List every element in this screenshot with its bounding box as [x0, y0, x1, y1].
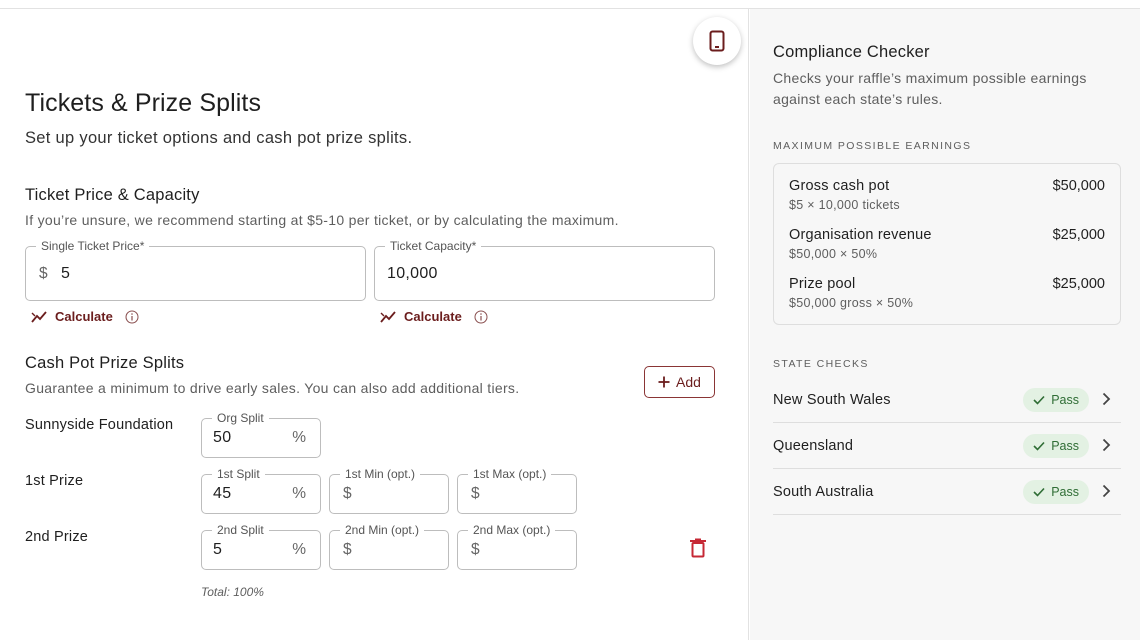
page-subtitle: Set up your ticket options and cash pot … [25, 129, 413, 147]
second-min-label: 2nd Min (opt.) [340, 523, 425, 537]
chevron-right-icon [1102, 438, 1111, 452]
second-split-value: 5 [213, 541, 223, 558]
compliance-title: Compliance Checker [773, 43, 930, 61]
earnings-card: Gross cash pot $5 × 10,000 tickets $50,0… [773, 163, 1121, 325]
trend-icon [380, 310, 396, 323]
state-name: Queensland [773, 437, 854, 454]
currency-prefix: $ [471, 485, 480, 502]
plus-icon [658, 376, 670, 388]
ticket-section-description: If you’re unsure, we recommend starting … [25, 212, 619, 228]
calculate-label: Calculate [404, 309, 462, 324]
first-split-value: 45 [213, 485, 232, 502]
prize-section-heading: Cash Pot Prize Splits [25, 354, 185, 372]
org-split-field[interactable]: Org Split 50 % [201, 411, 321, 458]
first-prize-label: 1st Prize [25, 473, 84, 489]
currency-prefix: $ [39, 264, 48, 282]
percent-suffix: % [292, 541, 306, 558]
state-checks-caption: STATE CHECKS [773, 358, 869, 370]
status-badge: Pass [1023, 480, 1089, 504]
phone-icon [709, 30, 725, 52]
info-icon[interactable] [125, 310, 139, 324]
earnings-sub: $50,000 × 50% [789, 247, 878, 261]
first-max-label: 1st Max (opt.) [468, 467, 552, 481]
state-name: South Australia [773, 483, 874, 500]
prize-section-description: Guarantee a minimum to drive early sales… [25, 380, 520, 396]
calculate-price-button[interactable]: Calculate [31, 309, 139, 324]
trash-icon [690, 538, 706, 558]
second-split-field[interactable]: 2nd Split 5 % [201, 523, 321, 570]
status-label: Pass [1051, 393, 1079, 407]
earnings-sub: $5 × 10,000 tickets [789, 198, 900, 212]
chevron-right-icon [1102, 392, 1111, 406]
org-name: Sunnyside Foundation [25, 417, 174, 433]
check-icon [1033, 395, 1045, 405]
status-label: Pass [1051, 485, 1079, 499]
main-panel: Tickets & Prize Splits Set up your ticke… [0, 9, 749, 640]
earnings-value: $50,000 [1052, 178, 1105, 194]
check-icon [1033, 487, 1045, 497]
earnings-value: $25,000 [1052, 227, 1105, 243]
compliance-sidebar: Compliance Checker Checks your raffle’s … [750, 9, 1140, 640]
state-name: New South Wales [773, 391, 891, 408]
calculate-label: Calculate [55, 309, 113, 324]
percent-suffix: % [292, 429, 306, 446]
delete-tier-button[interactable] [689, 538, 707, 563]
ticket-price-value: 5 [61, 264, 71, 282]
state-row-nsw[interactable]: New South Wales Pass [773, 377, 1121, 423]
compliance-description: Checks your raffle’s maximum possible ea… [773, 70, 1087, 107]
percent-suffix: % [292, 485, 306, 502]
ticket-capacity-value: 10,000 [387, 264, 438, 282]
state-row-sa[interactable]: South Australia Pass [773, 469, 1121, 515]
mobile-preview-button[interactable] [693, 17, 741, 65]
first-split-field[interactable]: 1st Split 45 % [201, 467, 321, 514]
first-min-field[interactable]: 1st Min (opt.) $ [329, 467, 449, 514]
earnings-caption: MAXIMUM POSSIBLE EARNINGS [773, 140, 972, 152]
add-tier-button[interactable]: Add [644, 366, 715, 398]
status-badge: Pass [1023, 434, 1089, 458]
page-title: Tickets & Prize Splits [25, 89, 262, 117]
ticket-section-heading: Ticket Price & Capacity [25, 186, 200, 204]
status-label: Pass [1051, 439, 1079, 453]
status-badge: Pass [1023, 388, 1089, 412]
currency-prefix: $ [471, 541, 480, 558]
org-split-value: 50 [213, 429, 232, 446]
earnings-row: Organisation revenue $50,000 × 50% $25,0… [789, 227, 1105, 261]
split-total: Total: 100% [201, 585, 264, 599]
chevron-right-icon [1102, 484, 1111, 498]
earnings-row: Prize pool $50,000 gross × 50% $25,000 [789, 276, 1105, 310]
ticket-capacity-field[interactable]: Ticket Capacity* 10,000 [374, 239, 715, 301]
second-prize-label: 2nd Prize [25, 529, 89, 545]
calculate-capacity-button[interactable]: Calculate [380, 309, 488, 324]
ticket-price-label: Single Ticket Price* [36, 239, 150, 253]
check-icon [1033, 441, 1045, 451]
currency-prefix: $ [343, 541, 352, 558]
info-icon[interactable] [474, 310, 488, 324]
second-min-field[interactable]: 2nd Min (opt.) $ [329, 523, 449, 570]
ticket-price-field[interactable]: Single Ticket Price* $ 5 [25, 239, 366, 301]
state-row-qld[interactable]: Queensland Pass [773, 423, 1121, 469]
earnings-sub: $50,000 gross × 50% [789, 296, 914, 310]
second-max-label: 2nd Max (opt.) [468, 523, 556, 537]
earnings-row: Gross cash pot $5 × 10,000 tickets $50,0… [789, 178, 1105, 212]
first-min-label: 1st Min (opt.) [340, 467, 421, 481]
earnings-value: $25,000 [1052, 276, 1105, 292]
trend-icon [31, 310, 47, 323]
first-max-field[interactable]: 1st Max (opt.) $ [457, 467, 577, 514]
currency-prefix: $ [343, 485, 352, 502]
second-max-field[interactable]: 2nd Max (opt.) $ [457, 523, 577, 570]
add-label: Add [676, 374, 701, 390]
